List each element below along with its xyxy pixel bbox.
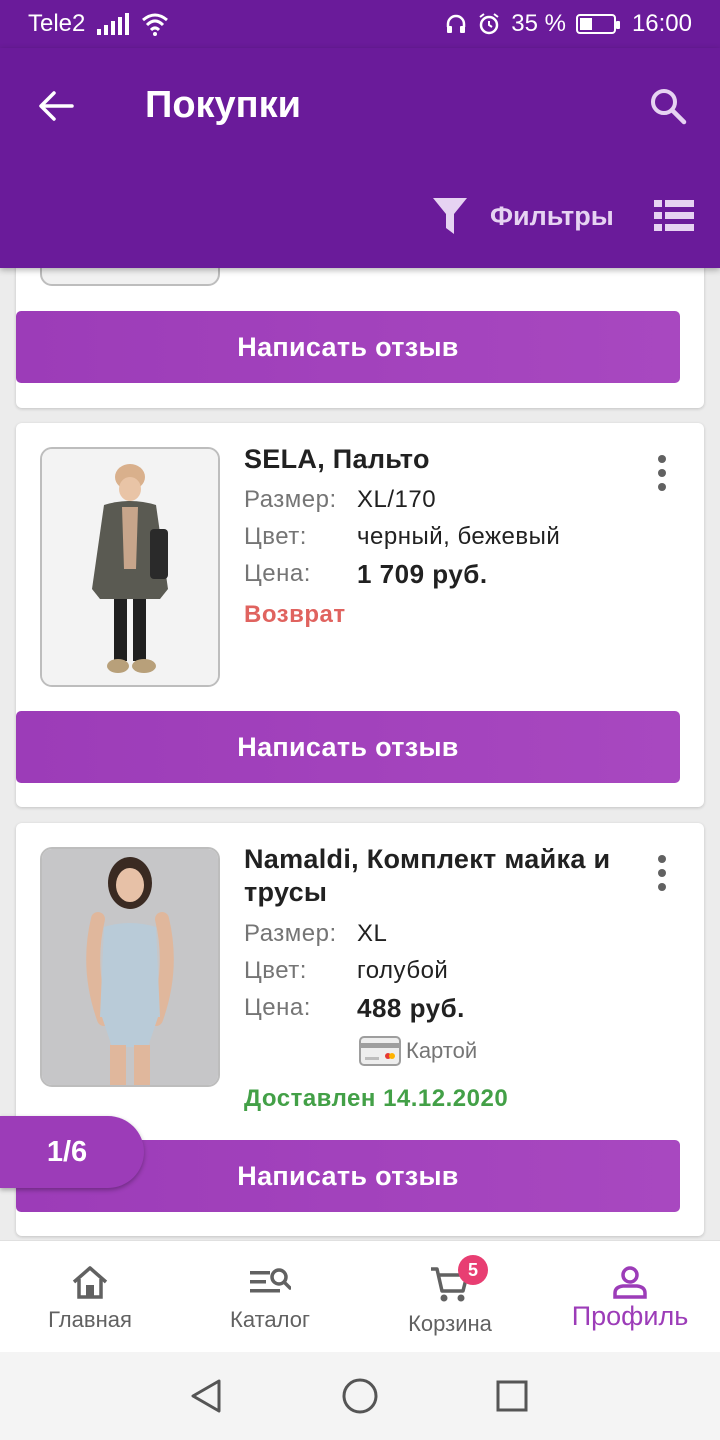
battery-percent: 35 % [511, 10, 566, 37]
arrow-back-icon [39, 91, 74, 121]
wifi-icon [142, 13, 169, 36]
product-image[interactable] [40, 268, 220, 286]
color-label: Цвет: [244, 523, 307, 550]
circle-home-icon [342, 1378, 378, 1414]
system-recents-button[interactable] [492, 1376, 532, 1416]
size-row: Размер: XL/170 [244, 485, 436, 515]
search-icon [651, 89, 687, 125]
coat-photo [42, 449, 218, 685]
order-card: SELA, Пальто Размер: XL/170 Цвет: черный… [16, 423, 704, 807]
nav-home[interactable]: Главная [0, 1241, 180, 1352]
price-label: Цена: [244, 560, 311, 587]
nav-profile[interactable]: Профиль [540, 1241, 720, 1352]
lingerie-photo [42, 849, 218, 1085]
system-back-button[interactable] [186, 1376, 226, 1416]
price-label: Цена: [244, 994, 311, 1021]
order-status: Доставлен 14.12.2020 [244, 1085, 509, 1112]
price-row: Цена: 488 руб. [244, 993, 465, 1023]
product-image[interactable] [40, 447, 220, 687]
nav-catalog-label: Каталог [230, 1307, 310, 1332]
payment-method: Картой [358, 1035, 477, 1067]
filter-label: Фильтры [490, 200, 614, 231]
color-value: черный, бежевый [357, 523, 561, 550]
price-value: 488 руб. [357, 993, 465, 1023]
color-row: Цвет: голубой [244, 956, 448, 986]
app-bar: Покупки Фильтры [0, 48, 720, 268]
cart-count-badge: 5 [458, 1255, 488, 1285]
filter-button[interactable]: Фильтры [432, 194, 614, 238]
clock: 16:00 [631, 10, 692, 37]
headphones-icon [446, 14, 466, 33]
nav-home-label: Главная [48, 1307, 132, 1332]
filter-icon [433, 198, 467, 234]
order-card: Написать отзыв [16, 268, 704, 408]
size-value: XL [357, 920, 388, 947]
size-value: XL/170 [357, 486, 437, 513]
size-row: Размер: XL [244, 919, 387, 949]
battery-icon [575, 14, 620, 34]
carrier-name: Tele2 [28, 10, 86, 37]
color-value: голубой [357, 957, 449, 984]
price-value: 1 709 руб. [357, 559, 488, 589]
more-options-button[interactable] [650, 451, 674, 495]
search-button[interactable] [642, 80, 694, 132]
square-recents-icon [496, 1380, 528, 1412]
write-review-button[interactable]: Написать отзыв [16, 311, 680, 383]
home-icon [72, 1266, 108, 1299]
color-label: Цвет: [244, 957, 307, 984]
orders-list[interactable]: Написать отзыв SELA, Пальто Размер: XL/1… [0, 268, 720, 1240]
payment-label: Картой [406, 1038, 478, 1063]
size-label: Размер: [244, 486, 337, 513]
back-button[interactable] [30, 80, 82, 132]
bottom-navigation: Главная Каталог 5 Корзина Профиль [0, 1240, 720, 1352]
order-status: Возврат [244, 601, 346, 628]
product-name[interactable]: SELA, Пальто [244, 443, 614, 476]
nav-cart[interactable]: 5 Корзина [360, 1241, 540, 1352]
card-icon [359, 1036, 401, 1066]
catalog-search-icon [250, 1268, 291, 1293]
page-indicator: 1/6 [0, 1116, 144, 1188]
list-view-icon [654, 200, 694, 231]
system-home-button[interactable] [340, 1376, 380, 1416]
signal-icon [97, 13, 130, 35]
price-row: Цена: 1 709 руб. [244, 559, 488, 589]
color-row: Цвет: черный, бежевый [244, 522, 560, 552]
profile-icon [613, 1266, 647, 1299]
nav-profile-label: Профиль [571, 1301, 689, 1331]
status-bar: Tele2 35 % 16:00 [0, 0, 720, 48]
nav-catalog[interactable]: Каталог [180, 1241, 360, 1352]
alarm-icon [479, 13, 499, 35]
product-name[interactable]: Namaldi, Комплект майка и трусы [244, 843, 614, 909]
write-review-button[interactable]: Написать отзыв [16, 711, 680, 783]
nav-cart-label: Корзина [408, 1311, 492, 1336]
product-image[interactable] [40, 847, 220, 1087]
page-title: Покупки [145, 84, 302, 126]
more-options-button[interactable] [650, 851, 674, 895]
list-view-button[interactable] [654, 198, 694, 234]
size-label: Размер: [244, 920, 337, 947]
triangle-back-icon [191, 1379, 221, 1413]
system-navigation-bar [0, 1352, 720, 1440]
